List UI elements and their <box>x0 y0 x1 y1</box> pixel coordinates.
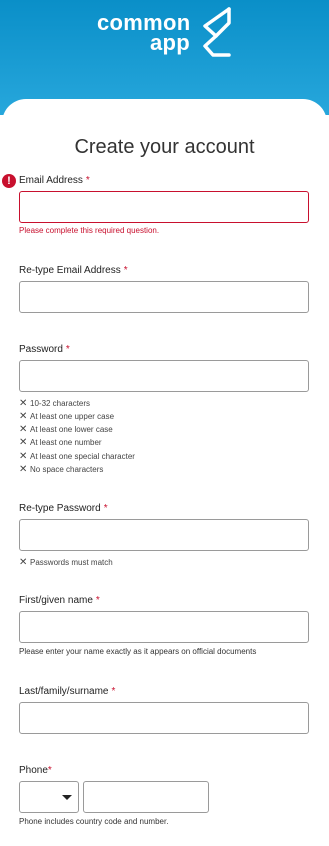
email-label-text: Email Address <box>19 175 83 186</box>
password-input[interactable] <box>19 360 309 392</box>
password-confirm-input[interactable] <box>19 519 309 551</box>
password-rule: ✕ 10-32 characters <box>19 398 90 409</box>
x-icon: ✕ <box>19 398 28 409</box>
error-icon: ! <box>2 174 16 188</box>
x-icon: ✕ <box>19 464 28 475</box>
x-icon: ✕ <box>19 451 28 462</box>
password-rule-text: At least one upper case <box>30 412 115 421</box>
password-rule-text: 10-32 characters <box>30 399 91 408</box>
first-name-hint: Please enter your name exactly as it app… <box>19 647 257 656</box>
required-marker: * <box>123 265 128 276</box>
first-name-input[interactable] <box>19 611 309 643</box>
x-icon: ✕ <box>19 557 28 568</box>
chevron-down-icon <box>62 795 72 800</box>
password-rule-text: No space characters <box>30 465 104 474</box>
password-rule-text: At least one lower case <box>30 425 113 434</box>
logo-word-app: app <box>150 30 191 55</box>
password-rule-text: At least one special character <box>30 452 135 461</box>
first-name-label-text: First/given name <box>19 595 93 606</box>
common-app-logo[interactable]: common app <box>97 6 237 58</box>
password-rule: ✕ At least one number <box>19 437 102 448</box>
phone-hint: Phone includes country code and number. <box>19 817 169 826</box>
phone-label: Phone* <box>19 765 52 776</box>
first-name-label: First/given name * <box>19 595 100 606</box>
password-label-text: Password <box>19 344 63 355</box>
required-marker: * <box>95 595 100 606</box>
password-rule: ✕ At least one lower case <box>19 424 113 435</box>
last-name-label: Last/family/surname * <box>19 686 115 697</box>
x-icon: ✕ <box>19 437 28 448</box>
required-marker: * <box>85 175 90 186</box>
header-banner: common app <box>0 0 329 115</box>
password-label: Password * <box>19 344 70 355</box>
country-code-select[interactable] <box>19 781 79 813</box>
email-confirm-input[interactable] <box>19 281 309 313</box>
last-name-label-text: Last/family/surname <box>19 686 109 697</box>
password-rule: ✕ At least one upper case <box>19 411 114 422</box>
logo-mark-icon <box>203 7 231 57</box>
password-confirm-label-text: Re-type Password <box>19 503 101 514</box>
page-title: Create your account <box>74 136 255 158</box>
required-marker: * <box>111 686 116 697</box>
phone-label-text: Phone <box>19 765 48 776</box>
required-marker: * <box>103 503 108 514</box>
email-input[interactable] <box>19 191 309 223</box>
password-match-rule-text: Passwords must match <box>30 558 113 567</box>
email-confirm-label: Re-type Email Address * <box>19 265 128 276</box>
password-rule: ✕ No space characters <box>19 464 103 475</box>
email-error-message: Please complete this required question. <box>19 226 160 235</box>
x-icon: ✕ <box>19 411 28 422</box>
password-confirm-label: Re-type Password * <box>19 503 108 514</box>
last-name-input[interactable] <box>19 702 309 734</box>
email-label: Email Address * <box>19 175 90 186</box>
email-confirm-label-text: Re-type Email Address <box>19 265 121 276</box>
phone-number-input[interactable] <box>83 781 209 813</box>
x-icon: ✕ <box>19 424 28 435</box>
required-marker: * <box>47 765 52 776</box>
password-match-rule: ✕ Passwords must match <box>19 557 113 568</box>
required-marker: * <box>65 344 70 355</box>
password-rule-text: At least one number <box>30 438 102 447</box>
password-rule: ✕ At least one special character <box>19 451 135 462</box>
